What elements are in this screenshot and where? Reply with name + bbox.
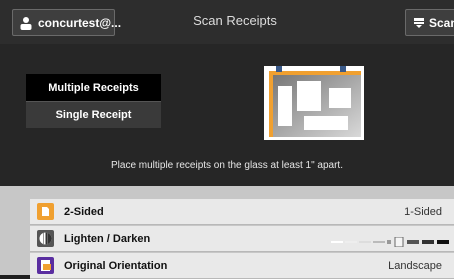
receipt-mode-selector: Multiple Receipts Single Receipt	[26, 74, 161, 128]
lighten-darken-slider[interactable]	[331, 234, 454, 248]
setting-label: Original Orientation	[64, 259, 168, 272]
single-receipt-label: Single Receipt	[55, 109, 132, 121]
multiple-receipts-option[interactable]: Multiple Receipts	[26, 74, 161, 101]
scanner-icon	[413, 17, 425, 29]
setting-value: Landscape	[388, 260, 442, 272]
placement-hint: Place multiple receipts on the glass at …	[110, 160, 343, 171]
scan-settings-list: 2-Sided 1-Sided Lighten / Darken Origina…	[0, 186, 454, 279]
scan-mode-panel: Multiple Receipts Single Receipt Place m…	[0, 44, 454, 186]
setting-row-original-orientation[interactable]: Original Orientation Landscape	[30, 253, 454, 279]
lighten-darken-icon	[37, 230, 54, 247]
scan-button-label: Scan	[429, 15, 454, 30]
two-sided-icon	[37, 203, 54, 220]
setting-label: 2-Sided	[64, 205, 104, 218]
setting-value: 1-Sided	[404, 206, 442, 218]
setting-label: Lighten / Darken	[64, 232, 151, 245]
scanner-glass-illustration	[264, 66, 364, 140]
orientation-icon	[37, 257, 54, 274]
user-account-button[interactable]: concurtest@...	[12, 9, 121, 36]
user-icon	[19, 16, 33, 30]
multiple-receipts-label: Multiple Receipts	[48, 81, 139, 94]
setting-row-two-sided[interactable]: 2-Sided 1-Sided	[30, 199, 454, 225]
single-receipt-option[interactable]: Single Receipt	[26, 101, 161, 128]
scan-button[interactable]: Scan	[405, 9, 454, 36]
top-bar: concurtest@... Scan Receipts Scan	[0, 0, 454, 44]
user-account-label: concurtest@...	[38, 15, 122, 30]
page-title: Scan Receipts	[193, 13, 277, 28]
setting-row-lighten-darken[interactable]: Lighten / Darken	[30, 226, 454, 252]
